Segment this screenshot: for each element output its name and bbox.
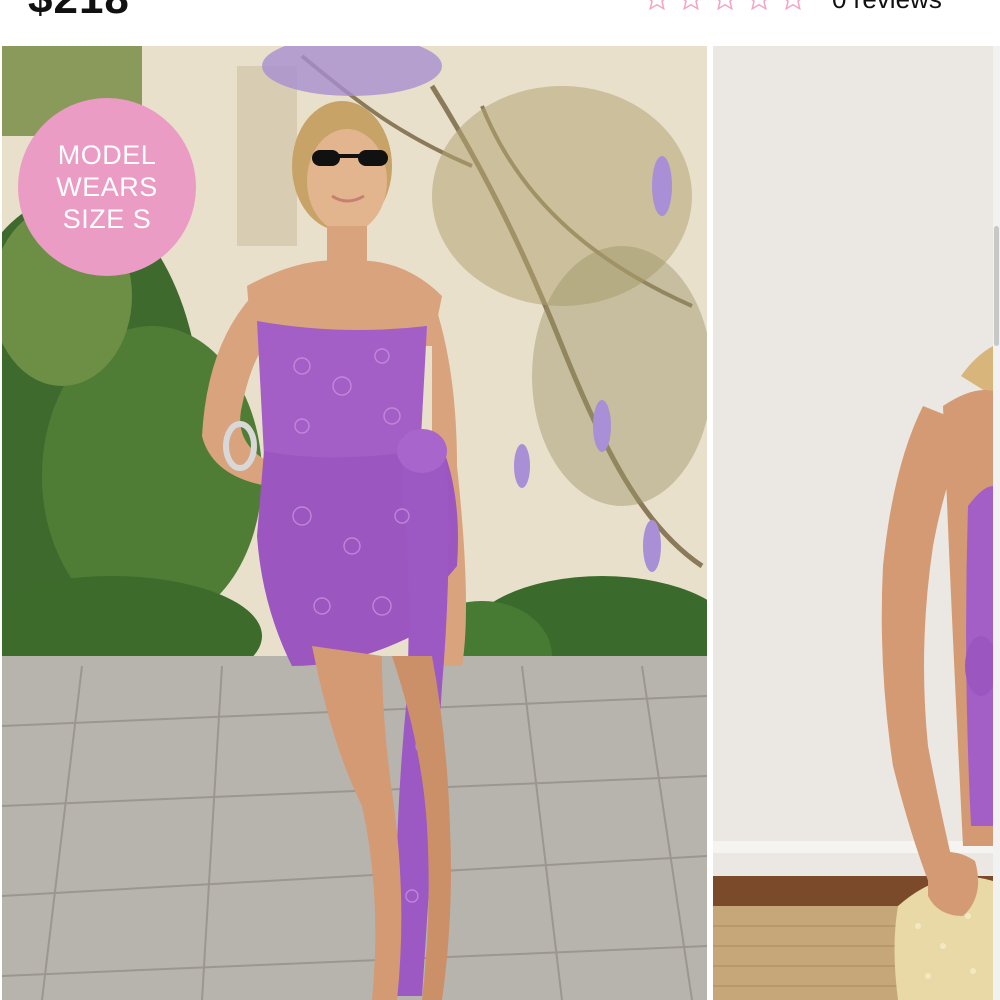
star-outline-icon bbox=[683, 0, 699, 11]
scrollbar-thumb[interactable] bbox=[994, 226, 999, 346]
star-rating[interactable]: 0 reviews bbox=[644, 0, 942, 14]
gallery-image-2[interactable] bbox=[713, 46, 993, 1000]
product-price: $218 bbox=[28, 0, 130, 24]
model-size-badge-text: MODEL WEARS SIZE S bbox=[56, 140, 158, 234]
star-outline-icon bbox=[649, 0, 665, 11]
product-header: $218 0 reviews bbox=[0, 0, 1000, 46]
star-outline-icon bbox=[717, 0, 733, 11]
star-outline-icon bbox=[785, 0, 801, 11]
star-outline-icon bbox=[751, 0, 767, 11]
reviews-link[interactable]: 0 reviews bbox=[832, 0, 942, 15]
product-image-gallery[interactable]: MODEL WEARS SIZE S bbox=[0, 46, 1000, 1000]
product-photo-model-studio bbox=[713, 46, 993, 1000]
model-size-badge: MODEL WEARS SIZE S bbox=[18, 98, 196, 276]
page-scrollbar[interactable] bbox=[993, 46, 1000, 1000]
gallery-image-1[interactable]: MODEL WEARS SIZE S bbox=[2, 46, 707, 1000]
